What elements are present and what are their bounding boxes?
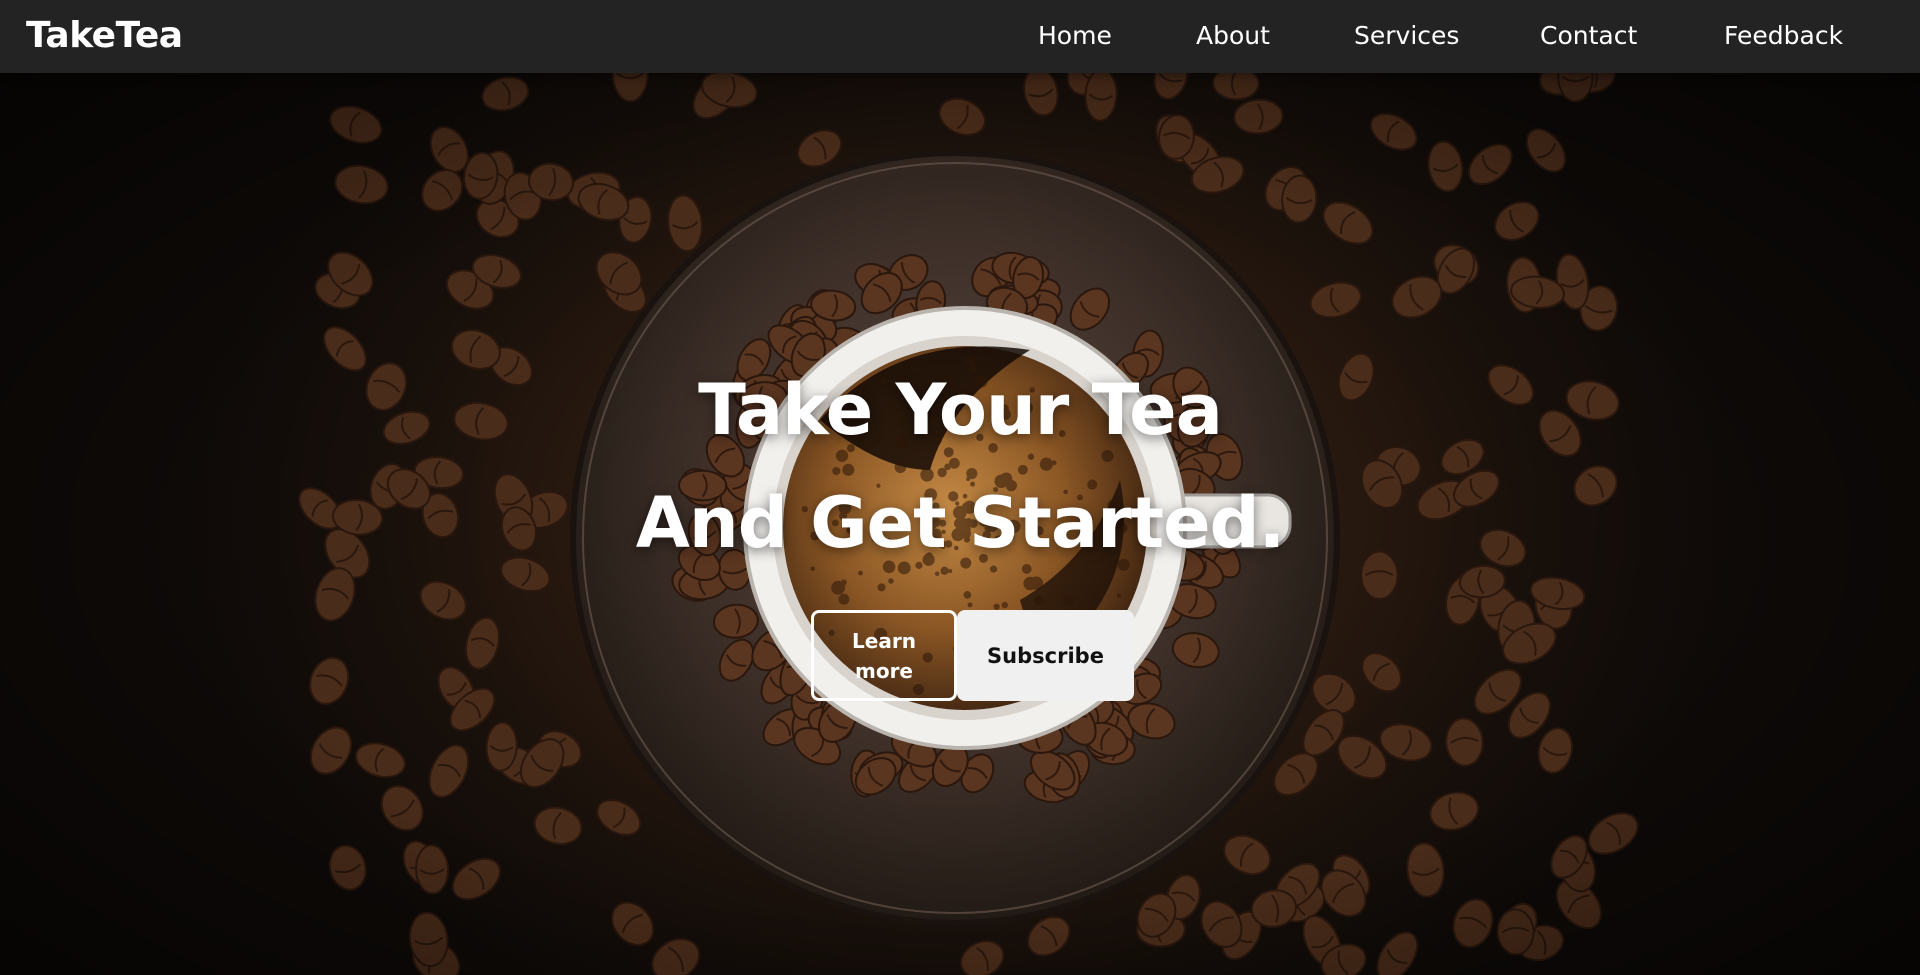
nav-link-about[interactable]: About	[1196, 19, 1270, 53]
brand-logo[interactable]: TakeTea	[26, 14, 183, 58]
nav-link-feedback[interactable]: Feedback	[1724, 19, 1843, 53]
page: TakeTea Home About Services Contact Feed…	[0, 0, 1920, 975]
nav-link-home[interactable]: Home	[1038, 19, 1112, 53]
navbar: TakeTea Home About Services Contact Feed…	[0, 0, 1920, 73]
hero-headline-line1: Take Your Tea	[698, 369, 1223, 451]
subscribe-button[interactable]: Subscribe	[957, 610, 1134, 701]
nav-link-contact[interactable]: Contact	[1540, 19, 1637, 53]
hero-headline-line2: And Get Started.	[635, 482, 1286, 564]
nav-link-services[interactable]: Services	[1354, 19, 1459, 53]
learn-more-button[interactable]: Learn more	[811, 610, 957, 701]
